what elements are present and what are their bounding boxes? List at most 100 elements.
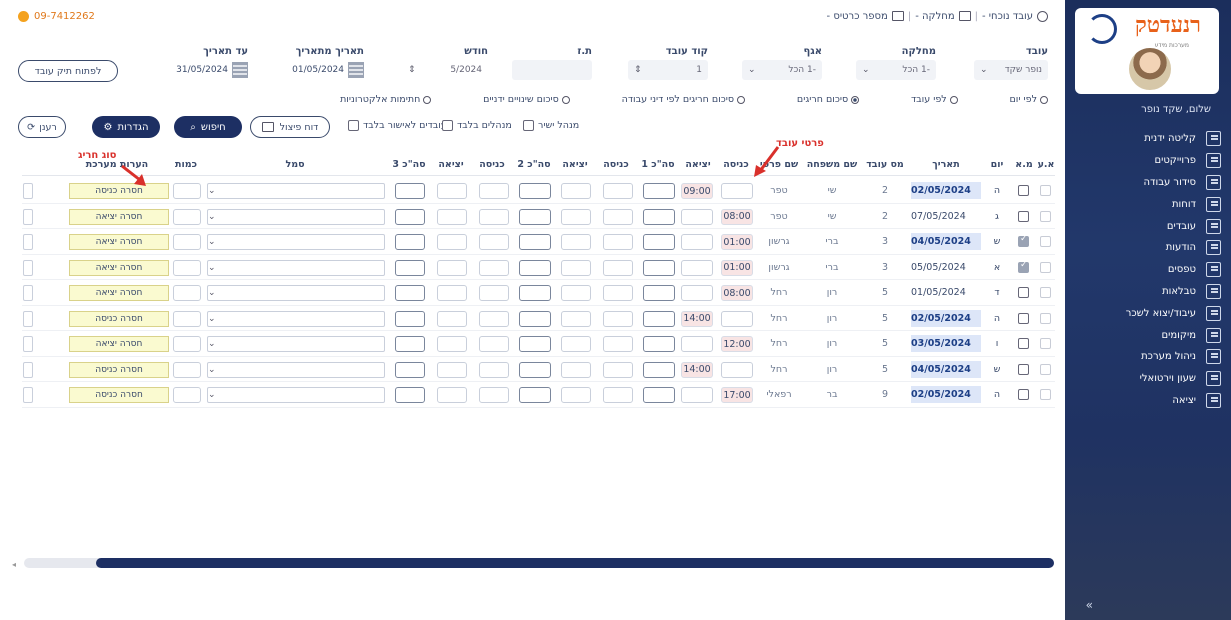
next-column-stub[interactable] xyxy=(23,208,33,225)
sidebar-item[interactable]: טבלאות xyxy=(1071,281,1221,303)
exit3-input[interactable] xyxy=(437,259,467,276)
total3-input[interactable] xyxy=(395,361,425,378)
column-header-qty[interactable]: כמות xyxy=(171,159,201,170)
wing-select[interactable]: -1 הכל ⌄ xyxy=(742,60,822,80)
next-column-stub[interactable] xyxy=(23,259,33,276)
report-mode-radio[interactable]: סיכום חריגים xyxy=(797,94,860,105)
total2-input[interactable] xyxy=(519,183,551,199)
report-mode-radio[interactable]: לפי יום xyxy=(1010,94,1048,105)
entry3-input[interactable] xyxy=(479,336,509,352)
id-number-input[interactable] xyxy=(512,60,592,80)
column-header-mn[interactable]: מ.א xyxy=(1015,159,1033,170)
column-header-total1[interactable]: סה"כ 1 xyxy=(639,159,677,170)
total1-input[interactable] xyxy=(643,387,675,403)
radio-button-icon[interactable] xyxy=(423,95,432,104)
next-column-stub[interactable] xyxy=(23,336,33,352)
date-cell[interactable]: 04/05/2024 xyxy=(911,360,981,378)
scrollbar-thumb[interactable] xyxy=(96,558,1054,568)
entry-time-input[interactable]: 08:00 xyxy=(721,285,753,301)
settings-button[interactable]: הגדרות ⚙ xyxy=(92,116,160,138)
exit2-input[interactable] xyxy=(561,387,591,403)
exit-time-input[interactable] xyxy=(681,387,713,403)
total3-input[interactable] xyxy=(395,208,425,225)
help-icon[interactable] xyxy=(1037,10,1048,22)
exit3-input[interactable] xyxy=(437,234,467,250)
entry2-input[interactable] xyxy=(603,183,633,199)
total2-input[interactable] xyxy=(519,285,551,301)
entry2-input[interactable] xyxy=(603,361,633,378)
symbol-select[interactable]: ⌄ xyxy=(207,387,385,403)
symbol-select[interactable]: ⌄ xyxy=(207,361,385,378)
av-checkbox[interactable] xyxy=(1040,210,1051,222)
entry3-input[interactable] xyxy=(479,310,509,327)
refresh-button[interactable]: רענן ⟳ xyxy=(18,116,66,138)
calendar-icon[interactable] xyxy=(232,62,248,78)
total2-input[interactable] xyxy=(519,259,551,276)
quantity-input[interactable] xyxy=(173,310,201,327)
date-cell[interactable]: 03/05/2024 xyxy=(911,335,981,352)
radio-button-icon[interactable] xyxy=(851,95,860,104)
radio-button-icon[interactable] xyxy=(1040,95,1048,104)
entry3-input[interactable] xyxy=(479,234,509,250)
entry-time-input[interactable]: 17:00 xyxy=(721,387,753,403)
column-header-total2[interactable]: סה"כ 2 xyxy=(515,159,553,170)
entry-time-input[interactable]: 01:00 xyxy=(721,234,753,250)
date-cell[interactable]: 02/05/2024 xyxy=(911,309,981,327)
direct-manager-checkbox[interactable] xyxy=(523,120,534,131)
total3-input[interactable] xyxy=(395,336,425,352)
total1-input[interactable] xyxy=(643,183,675,199)
av-checkbox[interactable] xyxy=(1040,185,1051,196)
column-header-date[interactable]: תאריך xyxy=(911,159,981,170)
pending-approval-checkbox[interactable] xyxy=(348,120,359,131)
quantity-input[interactable] xyxy=(173,234,201,250)
column-header-av[interactable]: א.ע xyxy=(1037,159,1055,170)
next-column-stub[interactable] xyxy=(23,183,33,199)
exit-time-input[interactable]: 09:00 xyxy=(681,183,713,199)
column-header-total3[interactable]: סה"כ 3 xyxy=(389,159,429,170)
exit2-input[interactable] xyxy=(561,361,591,378)
av-checkbox[interactable] xyxy=(1040,312,1051,324)
date-cell[interactable]: 02/05/2024 xyxy=(911,182,981,199)
entry2-input[interactable] xyxy=(603,208,633,225)
symbol-select[interactable]: ⌄ xyxy=(207,259,385,276)
table-row[interactable]: ו 03/05/2024 5 רון רחל 12:00 ⌄ חסרה יציאה xyxy=(22,331,1055,357)
exit-time-input[interactable] xyxy=(681,208,713,225)
month-stepper[interactable]: 5/2024 ⇕ xyxy=(402,60,488,80)
mn-checkbox[interactable] xyxy=(1018,312,1029,324)
av-checkbox[interactable] xyxy=(1040,363,1051,375)
total3-input[interactable] xyxy=(395,259,425,276)
total1-input[interactable] xyxy=(643,259,675,276)
entry3-input[interactable] xyxy=(479,387,509,403)
av-checkbox[interactable] xyxy=(1040,236,1051,247)
entry2-input[interactable] xyxy=(603,234,633,250)
column-header-in1[interactable]: כניסה xyxy=(719,159,753,170)
total1-input[interactable] xyxy=(643,208,675,225)
sidebar-item[interactable]: פרוייקטים xyxy=(1071,150,1221,172)
column-header-in2[interactable]: כניסה xyxy=(597,159,635,170)
mn-checkbox[interactable] xyxy=(1018,185,1029,196)
sidebar-item[interactable]: עיבוד/יצוא לשכר xyxy=(1071,302,1221,324)
total2-input[interactable] xyxy=(519,310,551,327)
table-row[interactable]: ה 02/05/2024 2 שי טפר 09:00 ⌄ חסרה כניסה xyxy=(22,178,1055,204)
symbol-select[interactable]: ⌄ xyxy=(207,208,385,225)
exit2-input[interactable] xyxy=(561,336,591,352)
total1-input[interactable] xyxy=(643,234,675,250)
symbol-select[interactable]: ⌄ xyxy=(207,336,385,352)
employee-code-stepper[interactable]: 1 ⇕ xyxy=(628,60,708,80)
exit-time-input[interactable] xyxy=(681,234,713,250)
total2-input[interactable] xyxy=(519,387,551,403)
entry3-input[interactable] xyxy=(479,361,509,378)
date-cell[interactable]: 04/05/2024 xyxy=(911,233,981,250)
sidebar-item[interactable]: סידור עבודה xyxy=(1071,172,1221,194)
av-checkbox[interactable] xyxy=(1040,261,1051,273)
column-header-emp-no[interactable]: מס עובד xyxy=(863,159,907,170)
sidebar-item[interactable]: מיקומים xyxy=(1071,324,1221,346)
search-button[interactable]: חיפוש ⌕ xyxy=(174,116,242,138)
entry-time-input[interactable] xyxy=(721,310,753,327)
sidebar-item[interactable]: טפסים xyxy=(1071,259,1221,281)
av-checkbox[interactable] xyxy=(1040,338,1051,349)
exit2-input[interactable] xyxy=(561,208,591,225)
exit3-input[interactable] xyxy=(437,361,467,378)
quantity-input[interactable] xyxy=(173,183,201,199)
column-header-symbol[interactable]: סמל xyxy=(205,159,385,170)
